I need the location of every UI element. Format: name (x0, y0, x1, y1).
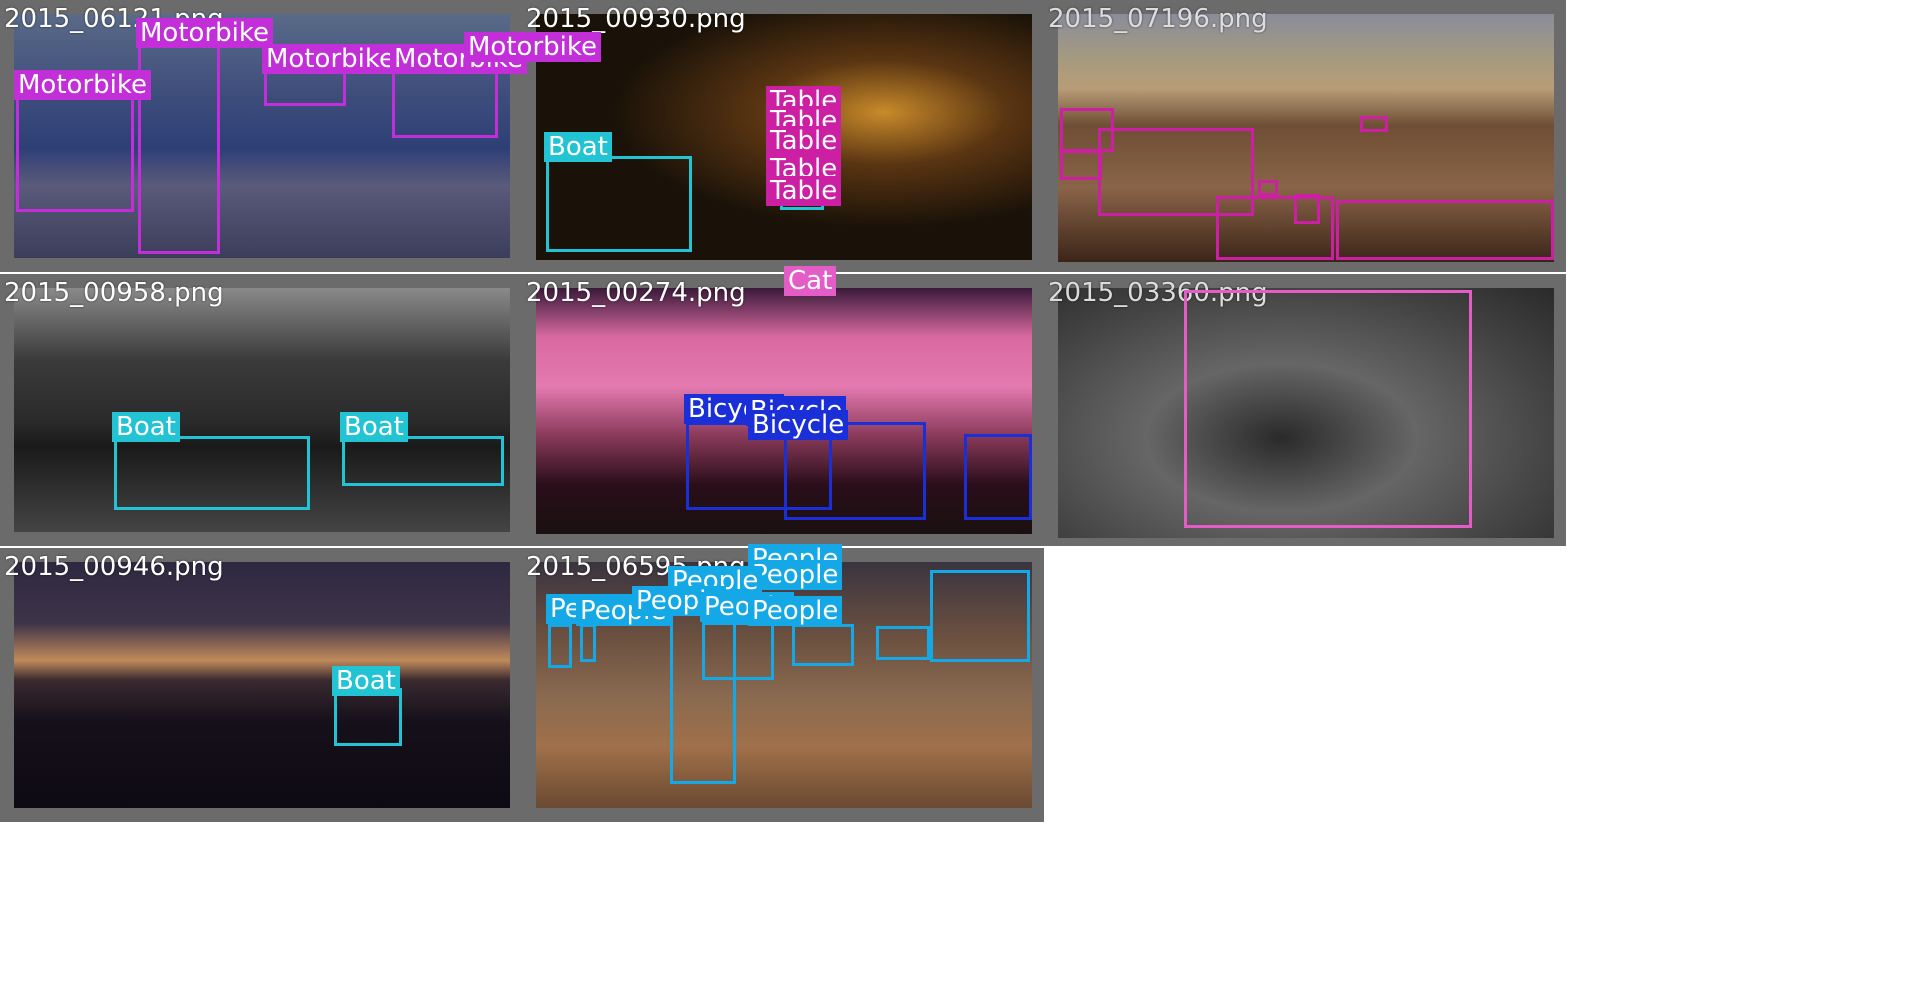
image-tile[interactable]: 2015_00946.png Boat (0, 548, 522, 822)
image-filename: 2015_07196.png (1048, 4, 1268, 34)
image-tile[interactable]: 2015_07196.png (1044, 0, 1566, 272)
bbox-label: Bicycle (748, 410, 849, 440)
image-tile[interactable]: 2015_06595.png People People People Peop… (522, 544, 1044, 822)
bbox-motorbike (392, 68, 498, 138)
bbox-people (930, 570, 1030, 662)
image-filename: 2015_00946.png (4, 552, 224, 582)
image-tile[interactable]: 2015_03360.png (1044, 274, 1566, 546)
bbox-people (792, 624, 854, 666)
image-tile[interactable]: 2015_00958.png Boat Boat (0, 274, 522, 546)
bbox-people (876, 626, 930, 660)
bbox-boat (114, 436, 310, 510)
bbox-table (1336, 200, 1554, 260)
bbox-label: Table (766, 176, 842, 206)
scene-photo (14, 562, 510, 808)
bbox-label: Table (766, 126, 842, 156)
image-filename: 2015_00930.png (526, 4, 746, 34)
bbox-label: Motorbike (14, 70, 151, 100)
bbox-label: People (748, 596, 843, 626)
bbox-label: Boat (544, 132, 612, 162)
bbox-people (548, 624, 572, 668)
bbox-label: Boat (340, 412, 408, 442)
bbox-table (1060, 150, 1102, 180)
bbox-table (1294, 194, 1320, 224)
bbox-label: Boat (112, 412, 180, 442)
bbox-bicycle (964, 434, 1032, 520)
bbox-motorbike (16, 96, 134, 212)
image-filename: 2015_00274.png (526, 278, 746, 308)
bbox-boat (334, 688, 402, 746)
bbox-boat (342, 436, 504, 486)
bbox-label: Motorbike (464, 32, 601, 62)
bbox-table (1360, 116, 1388, 132)
image-tile[interactable]: 2015_06121.png Motorbike Motorbike Motor… (0, 0, 601, 272)
bbox-cat (1184, 290, 1472, 528)
image-tile[interactable]: 2015_00274.png Cat Bicycle Bicycle Bicyc… (522, 266, 1044, 546)
image-filename: 2015_00958.png (4, 278, 224, 308)
bbox-boat (546, 156, 692, 252)
bbox-table (1258, 180, 1278, 196)
bbox-label: Cat (784, 266, 837, 296)
bbox-label: Boat (332, 666, 400, 696)
bbox-people (702, 622, 774, 680)
bbox-label: Motorbike (136, 18, 273, 48)
bbox-people (580, 624, 596, 662)
bbox-label: Motorbike (262, 44, 399, 74)
